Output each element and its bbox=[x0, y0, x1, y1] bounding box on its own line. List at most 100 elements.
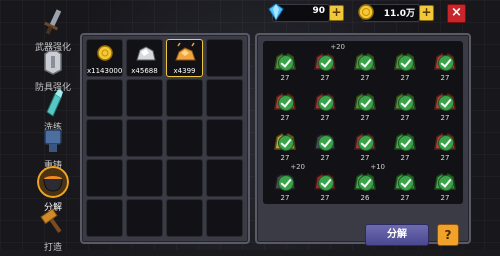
gear-plus: +10 bbox=[370, 163, 385, 171]
gear-level: 27 bbox=[280, 154, 290, 162]
selected-check-icon bbox=[318, 95, 334, 111]
gear-item[interactable]: 27 bbox=[389, 129, 421, 162]
gear-item[interactable]: 27 bbox=[389, 49, 421, 82]
gear-item[interactable]: 27 bbox=[349, 49, 381, 82]
material-slot[interactable] bbox=[206, 119, 243, 157]
gear-item[interactable]: 27 +20 bbox=[269, 163, 305, 202]
orange-ore-icon bbox=[175, 42, 196, 61]
gem-amount: 90 bbox=[312, 6, 325, 16]
gear-level: 27 bbox=[400, 154, 410, 162]
selected-check-icon bbox=[398, 175, 414, 191]
anvil-icon bbox=[44, 129, 62, 152]
decompose-button[interactable]: 分解 bbox=[365, 224, 429, 246]
sword-icon bbox=[44, 9, 62, 35]
gear-level: 27 bbox=[320, 114, 330, 122]
gear-item[interactable]: 26 +10 bbox=[349, 163, 385, 202]
gear-level: 27 bbox=[280, 194, 290, 202]
gear-level: 27 bbox=[400, 194, 410, 202]
gear-level: 27 bbox=[360, 154, 370, 162]
gear-plus: +20 bbox=[330, 43, 345, 51]
gold-coin-icon bbox=[358, 4, 374, 20]
material-slot[interactable] bbox=[86, 159, 123, 197]
menu-label: 打造 bbox=[43, 243, 62, 253]
material-slot[interactable]: x1143000 bbox=[86, 39, 123, 77]
material-slot[interactable] bbox=[126, 119, 163, 157]
help-button[interactable]: ? bbox=[437, 224, 459, 246]
materials-grid: x1143000 x45688 x4399 bbox=[86, 39, 243, 237]
gear-level: 27 bbox=[400, 74, 410, 82]
material-slot[interactable] bbox=[206, 79, 243, 117]
selected-check-icon bbox=[278, 175, 294, 191]
material-slot[interactable]: x45688 bbox=[126, 39, 163, 77]
silver-ore-icon bbox=[136, 46, 156, 61]
gear-level: 27 bbox=[440, 74, 450, 82]
add-gems-button[interactable]: + bbox=[329, 5, 344, 21]
gear-item[interactable]: 27 bbox=[349, 129, 381, 162]
menu-craft[interactable]: 打造 bbox=[31, 206, 75, 256]
gear-level: 27 bbox=[400, 114, 410, 122]
gear-item[interactable]: 27 bbox=[269, 89, 301, 122]
gold-coin-icon bbox=[97, 45, 113, 61]
material-slot[interactable] bbox=[206, 199, 243, 237]
gear-item[interactable]: 27 bbox=[429, 129, 461, 162]
selected-check-icon bbox=[438, 55, 454, 71]
material-slot[interactable] bbox=[206, 159, 243, 197]
gear-grid: 27 27 +20 27 27 27 27 27 27 27 27 27 27 27 27 27 27 +20 27… bbox=[269, 43, 461, 202]
selected-check-icon bbox=[398, 95, 414, 111]
selected-check-icon bbox=[278, 55, 294, 71]
material-slot[interactable] bbox=[126, 159, 163, 197]
material-slot[interactable]: x4399 bbox=[166, 39, 203, 77]
material-slot[interactable] bbox=[86, 79, 123, 117]
gear-level: 27 bbox=[360, 114, 370, 122]
gear-item[interactable]: 27 bbox=[309, 129, 341, 162]
gear-level: 27 bbox=[440, 114, 450, 122]
material-slot[interactable] bbox=[166, 199, 203, 237]
selected-check-icon bbox=[358, 175, 374, 191]
selected-check-icon bbox=[398, 135, 414, 151]
gear-item[interactable]: 27 bbox=[389, 169, 421, 202]
material-slot[interactable] bbox=[126, 79, 163, 117]
material-slot[interactable] bbox=[86, 119, 123, 157]
gear-item[interactable]: 27 bbox=[309, 89, 341, 122]
cauldron-icon bbox=[37, 166, 69, 198]
gear-item[interactable]: 27 bbox=[349, 89, 381, 122]
gear-item[interactable]: 27 bbox=[269, 129, 301, 162]
gear-level: 27 bbox=[320, 154, 330, 162]
gear-item[interactable]: 27 bbox=[269, 49, 301, 82]
material-slot[interactable] bbox=[206, 39, 243, 77]
material-slot[interactable] bbox=[86, 199, 123, 237]
gear-level: 27 bbox=[320, 74, 330, 82]
selected-check-icon bbox=[438, 135, 454, 151]
gear-item[interactable]: 27 bbox=[429, 49, 461, 82]
gear-item[interactable]: 27 bbox=[389, 89, 421, 122]
selected-check-icon bbox=[278, 135, 294, 151]
selected-check-icon bbox=[358, 55, 374, 71]
material-slot[interactable] bbox=[166, 119, 203, 157]
selected-check-icon bbox=[438, 95, 454, 111]
close-button[interactable]: × bbox=[447, 4, 466, 23]
gear-item[interactable]: 27 bbox=[309, 169, 341, 202]
material-slot[interactable] bbox=[126, 199, 163, 237]
gear-grid-background: 27 27 +20 27 27 27 27 27 27 27 27 27 27 27 27 27 27 +20 27… bbox=[263, 41, 463, 204]
gear-panel: 27 27 +20 27 27 27 27 27 27 27 27 27 27 27 27 27 27 +20 27… bbox=[255, 33, 471, 244]
gear-level: 27 bbox=[280, 114, 290, 122]
material-slot[interactable] bbox=[166, 79, 203, 117]
gear-item[interactable]: 27 +20 bbox=[309, 43, 345, 82]
crystal-icon bbox=[46, 89, 63, 117]
selected-check-icon bbox=[318, 55, 334, 71]
armor-icon bbox=[44, 50, 62, 75]
selected-check-icon bbox=[278, 95, 294, 111]
gear-level: 27 bbox=[440, 154, 450, 162]
material-slot[interactable] bbox=[166, 159, 203, 197]
gear-item[interactable]: 27 bbox=[429, 89, 461, 122]
selected-check-icon bbox=[318, 135, 334, 151]
gem-counter: 90 + bbox=[268, 3, 344, 22]
gear-item[interactable]: 27 bbox=[429, 169, 461, 202]
gold-counter: 11.0万 + bbox=[358, 4, 434, 22]
diamond-icon bbox=[268, 3, 284, 21]
selected-check-icon bbox=[318, 175, 334, 191]
add-gold-button[interactable]: + bbox=[419, 5, 434, 21]
materials-panel: x1143000 x45688 x4399 bbox=[80, 33, 250, 244]
forge-menu: 武器强化 防具强化 洗练 重铸 分解 打造 bbox=[0, 0, 71, 253]
gear-level: 27 bbox=[360, 74, 370, 82]
